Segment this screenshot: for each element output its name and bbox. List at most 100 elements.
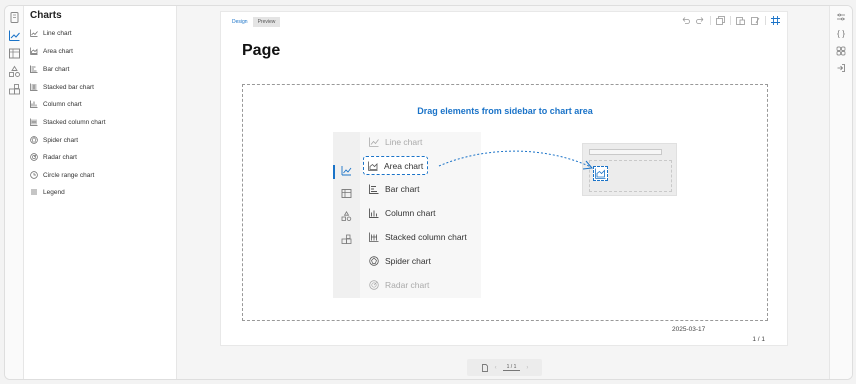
- tab-design[interactable]: Design: [227, 17, 253, 27]
- shapes-icon: [341, 211, 352, 222]
- next-page-icon[interactable]: ›: [526, 365, 528, 371]
- components-icon[interactable]: [8, 83, 21, 96]
- sidebar-item-area-chart[interactable]: Area chart: [30, 44, 73, 58]
- sidebar-item-stacked-bar-chart[interactable]: Stacked bar chart: [30, 80, 94, 94]
- table-icon[interactable]: [8, 47, 21, 60]
- charts-icon[interactable]: [8, 29, 21, 42]
- stacked-bar-chart-icon: [30, 83, 38, 91]
- redo-icon[interactable]: [695, 15, 706, 26]
- radar-chart-icon: [30, 153, 38, 161]
- illustration-item-column-chart: Column chart: [369, 206, 436, 220]
- settings-sliders-icon[interactable]: [836, 12, 846, 22]
- illustration-item-area-chart: Area chart: [363, 156, 429, 175]
- illustration-item-line-chart: Line chart: [369, 135, 422, 149]
- code-braces-icon[interactable]: [836, 29, 846, 39]
- sidebar-item-label: Radar chart: [43, 153, 77, 161]
- area-chart-icon: [368, 161, 378, 171]
- sidebar-title: Charts: [30, 10, 62, 21]
- table-icon: [341, 188, 352, 199]
- drag-illustration: Line chart Area chart Bar chart Column c…: [333, 132, 481, 298]
- sidebar-item-bar-chart[interactable]: Bar chart: [30, 62, 69, 76]
- link-icon[interactable]: [836, 46, 846, 56]
- line-chart-icon: [30, 29, 38, 37]
- sidebar-item-label: Bar chart: [43, 65, 70, 73]
- toolbar-divider: [710, 16, 711, 25]
- grid-icon[interactable]: [770, 15, 781, 26]
- sidebar-item-radar-chart[interactable]: Radar chart: [30, 150, 77, 164]
- illustration-item-label: Stacked column chart: [385, 232, 467, 242]
- toolbar: [680, 15, 781, 26]
- charts-icon: [341, 165, 352, 176]
- illustration-item-bar-chart: Bar chart: [369, 182, 420, 196]
- charts-sidebar: Charts Line chart Area chart Bar chart S…: [24, 6, 177, 379]
- sidebar-item-column-chart[interactable]: Column chart: [30, 97, 82, 111]
- undo-icon[interactable]: [680, 15, 691, 26]
- app-window: Charts Line chart Area chart Bar chart S…: [4, 5, 853, 380]
- illustration-item-label: Line chart: [385, 137, 423, 147]
- illustration-item-radar-chart: Radar chart: [369, 278, 429, 292]
- sidebar-item-line-chart[interactable]: Line chart: [30, 26, 72, 40]
- template-icon[interactable]: [8, 11, 21, 24]
- page-icon[interactable]: [481, 363, 489, 372]
- page-number-input[interactable]: 1 / 1: [502, 364, 521, 371]
- shapes-icon[interactable]: [8, 65, 21, 78]
- previous-page-icon[interactable]: ‹: [495, 365, 497, 371]
- bar-chart-icon: [369, 184, 379, 194]
- active-indicator: [333, 165, 335, 179]
- stacked-column-chart-icon: [30, 118, 38, 126]
- left-icon-rail: [5, 6, 24, 379]
- area-chart-icon: [593, 166, 608, 181]
- column-chart-icon: [369, 208, 379, 218]
- toolbar-divider: [765, 16, 766, 25]
- sidebar-item-label: Stacked bar chart: [43, 83, 94, 91]
- sidebar-item-label: Column chart: [43, 100, 82, 108]
- sidebar-item-label: Stacked column chart: [43, 118, 106, 126]
- tab-preview[interactable]: Preview: [252, 17, 281, 27]
- sidebar-item-circle-range-chart[interactable]: Circle range chart: [30, 168, 94, 182]
- page-navigator: ‹ 1 / 1 ›: [467, 359, 542, 376]
- radar-chart-icon: [369, 280, 379, 290]
- page-title: Page: [242, 42, 281, 59]
- illustration-rail: [333, 132, 360, 298]
- sidebar-item-label: Circle range chart: [43, 171, 95, 179]
- stacked-column-chart-icon: [369, 232, 379, 242]
- area-chart-icon: [30, 47, 38, 55]
- view-tabs: Design Preview: [227, 17, 281, 27]
- illustration-item-label: Area chart: [384, 160, 424, 171]
- illustration-item-stacked-column-chart: Stacked column chart: [369, 230, 467, 244]
- export-icon[interactable]: [836, 63, 846, 73]
- illustration-item-label: Spider chart: [385, 256, 431, 266]
- spider-chart-icon: [369, 256, 379, 266]
- legend-icon: [30, 188, 38, 196]
- components-icon: [341, 234, 352, 245]
- document-page: Design Preview Page Drag elements from s…: [220, 11, 788, 346]
- spider-chart-icon: [30, 136, 38, 144]
- drag-arrow: [438, 150, 593, 170]
- preview-header-bar: [589, 149, 662, 155]
- line-chart-icon: [369, 137, 379, 147]
- paste-special-icon[interactable]: [750, 15, 761, 26]
- illustration-list: Line chart Area chart Bar chart Column c…: [360, 132, 481, 298]
- right-icon-rail: [829, 6, 852, 379]
- sidebar-item-label: Area chart: [43, 47, 73, 55]
- drop-hint: Drag elements from sidebar to chart area: [417, 106, 593, 116]
- document-date: 2025-03-17: [672, 326, 706, 333]
- page-count: 1 / 1: [752, 336, 765, 343]
- column-chart-icon: [30, 100, 38, 108]
- bar-chart-icon: [30, 65, 38, 73]
- circle-range-chart-icon: [30, 171, 38, 179]
- illustration-item-label: Column chart: [385, 208, 436, 218]
- chart-area-preview: [582, 143, 677, 196]
- toolbar-divider: [730, 16, 731, 25]
- sidebar-item-spider-chart[interactable]: Spider chart: [30, 133, 78, 147]
- sidebar-item-label: Spider chart: [43, 136, 79, 144]
- sidebar-item-label: Line chart: [43, 29, 72, 37]
- sidebar-item-label: Legend: [43, 188, 65, 196]
- chart-drop-zone[interactable]: Drag elements from sidebar to chart area…: [242, 84, 768, 321]
- illustration-item-label: Bar chart: [385, 184, 420, 194]
- paste-icon[interactable]: [735, 15, 746, 26]
- copy-icon[interactable]: [715, 15, 726, 26]
- sidebar-item-legend[interactable]: Legend: [30, 185, 65, 199]
- sidebar-item-stacked-column-chart[interactable]: Stacked column chart: [30, 115, 106, 129]
- illustration-item-label: Radar chart: [385, 280, 430, 290]
